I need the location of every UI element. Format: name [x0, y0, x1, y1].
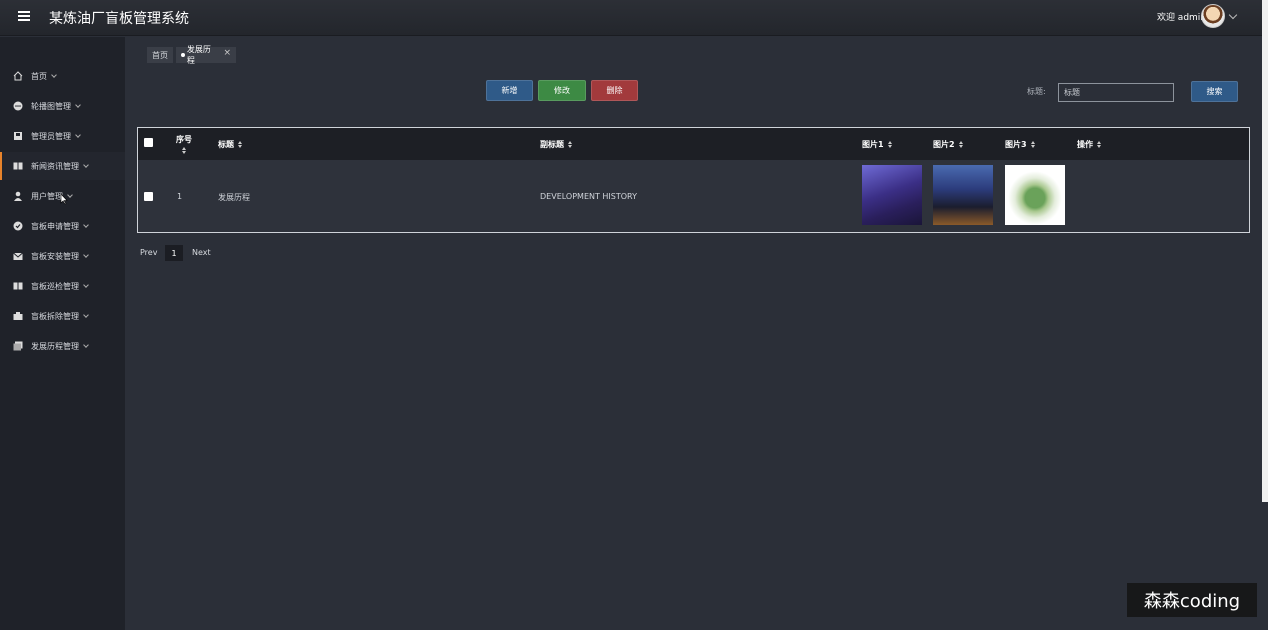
chevron-down-icon [83, 221, 89, 228]
sidebar-item-label: 盲板安装管理 [31, 251, 79, 261]
avatar[interactable] [1201, 4, 1225, 28]
edit-button[interactable]: 修改 [538, 80, 586, 101]
sidebar-item-label: 轮播图管理 [31, 101, 71, 111]
chevron-down-icon [75, 101, 81, 108]
tab-current[interactable]: 发展历程 × [176, 45, 236, 65]
chevron-down-icon [75, 131, 81, 138]
sidebar-item-history[interactable]: 发展历程管理 [0, 332, 125, 360]
mouse-cursor-icon [60, 193, 68, 205]
table-row[interactable]: 1 发展历程 DEVELOPMENT HISTORY [138, 160, 1249, 232]
sidebar-item-admin[interactable]: 管理员管理 [0, 122, 125, 150]
sidebar-item-remove[interactable]: 盲板拆除管理 [0, 302, 125, 330]
remove-icon [13, 312, 23, 320]
sort-icon [958, 140, 964, 148]
chevron-down-icon [83, 311, 89, 318]
column-action[interactable]: 操作 [1077, 128, 1102, 160]
sidebar-item-inspect[interactable]: 盲板巡检管理 [0, 272, 125, 300]
image-thumbnail-2[interactable] [933, 165, 993, 225]
tab-label: 发展历程 [186, 45, 211, 65]
sidebar-item-apply[interactable]: 盲板申请管理 [0, 212, 125, 240]
tab-home[interactable]: 首页 [147, 47, 173, 63]
table-header: 序号 标题 副标题 图片1 图片2 图片3 操作 [138, 128, 1249, 160]
column-label: 副标题 [540, 139, 564, 149]
search-input[interactable] [1058, 83, 1174, 102]
top-header: 某炼油厂盲板管理系统 欢迎 admin [0, 0, 1268, 36]
column-img1[interactable]: 图片1 [862, 128, 893, 160]
carousel-icon [13, 101, 23, 111]
sidebar-item-install[interactable]: 盲板安装管理 [0, 242, 125, 270]
close-icon[interactable]: × [223, 48, 231, 58]
data-table: 序号 标题 副标题 图片1 图片2 图片3 操作 1 发展历程 DEVELOPM… [137, 127, 1250, 233]
user-icon [14, 191, 22, 201]
sort-icon [568, 140, 573, 148]
sort-icon [1097, 140, 1102, 148]
sidebar-item-label: 用户管理 [31, 191, 63, 201]
column-label: 操作 [1077, 139, 1093, 149]
sidebar-item-carousel[interactable]: 轮播图管理 [0, 92, 125, 120]
sort-icon [887, 140, 893, 148]
sort-icon [1030, 140, 1036, 148]
install-icon [13, 252, 23, 260]
chevron-down-icon [51, 71, 57, 78]
column-label: 图片2 [933, 139, 955, 149]
inspect-icon [13, 282, 23, 290]
welcome-text: 欢迎 admin [1156, 13, 1206, 23]
image-thumbnail-1[interactable] [862, 165, 922, 225]
column-label: 标题 [218, 139, 234, 149]
news-icon [13, 162, 23, 170]
chevron-down-icon[interactable] [1228, 10, 1238, 20]
chevron-down-icon [83, 161, 89, 168]
chevron-down-icon [83, 251, 89, 258]
pagination-prev[interactable]: Prev [140, 248, 157, 257]
column-label: 图片3 [1005, 139, 1027, 149]
column-subtitle[interactable]: 副标题 [540, 128, 573, 160]
history-icon [13, 341, 23, 351]
app-title: 某炼油厂盲板管理系统 [49, 11, 189, 27]
active-dot-icon [181, 53, 185, 57]
row-checkbox[interactable] [144, 192, 153, 201]
sort-icon [238, 140, 243, 148]
scrollbar[interactable] [1262, 0, 1268, 502]
search-label: 标题: [1027, 87, 1046, 96]
delete-button[interactable]: 删除 [591, 80, 638, 101]
home-icon [13, 71, 23, 81]
sidebar-item-label: 盲板申请管理 [31, 221, 79, 231]
chevron-down-icon [67, 191, 73, 198]
cell-title: 发展历程 [218, 193, 250, 202]
sidebar: 首页 轮播图管理 管理员管理 新闻资讯管理 用户管理 盲板申请管理 盲板安装管理… [0, 37, 125, 630]
add-button[interactable]: 新增 [486, 80, 533, 101]
pagination-next[interactable]: Next [192, 248, 211, 257]
sidebar-item-home[interactable]: 首页 [0, 62, 125, 90]
sidebar-item-label: 盲板拆除管理 [31, 311, 79, 321]
cell-index: 1 [177, 192, 183, 201]
chevron-down-icon [83, 281, 89, 288]
sidebar-item-label: 管理员管理 [31, 131, 71, 141]
sidebar-item-news[interactable]: 新闻资讯管理 [0, 152, 125, 180]
column-img2[interactable]: 图片2 [933, 128, 964, 160]
image-thumbnail-3[interactable] [1005, 165, 1065, 225]
chevron-down-icon [83, 341, 89, 348]
search-button[interactable]: 搜索 [1191, 81, 1238, 102]
select-all-checkbox[interactable] [144, 138, 153, 147]
column-label: 序号 [176, 135, 192, 144]
sort-icon [181, 147, 187, 154]
sidebar-item-label: 发展历程管理 [31, 341, 79, 351]
tab-label: 首页 [152, 50, 168, 60]
pagination-page[interactable]: 1 [165, 245, 183, 261]
column-label: 图片1 [862, 139, 884, 149]
admin-icon [14, 132, 22, 140]
watermark: 森森coding [1127, 583, 1257, 617]
cell-subtitle: DEVELOPMENT HISTORY [540, 192, 637, 201]
sidebar-item-label: 盲板巡检管理 [31, 281, 79, 291]
column-img3[interactable]: 图片3 [1005, 128, 1036, 160]
sidebar-item-label: 新闻资讯管理 [31, 161, 79, 171]
column-index[interactable]: 序号 [176, 128, 192, 160]
apply-icon [13, 221, 23, 231]
column-title[interactable]: 标题 [218, 128, 243, 160]
sidebar-item-label: 首页 [31, 71, 47, 81]
menu-toggle-icon[interactable] [18, 11, 30, 21]
